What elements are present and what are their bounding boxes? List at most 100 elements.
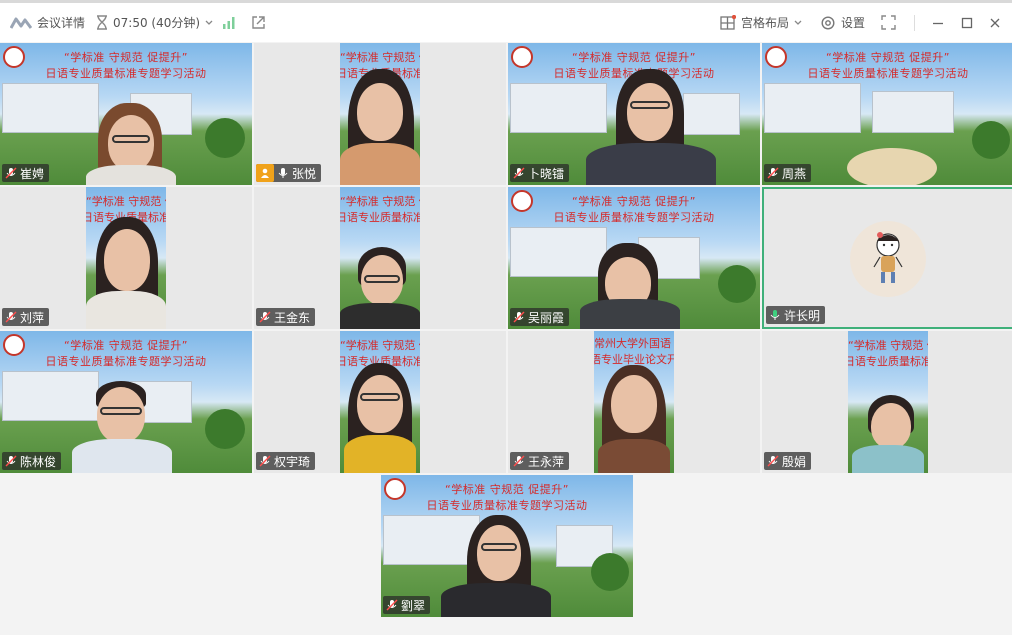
video-tile[interactable]: “学标准 守规范 促提升” 日语专业质量标准专题学习活动 权宇琦 [254, 331, 506, 473]
banner-subtitle: 日语专业质量标准专题学习活动 [426, 499, 588, 512]
cartoon-avatar-icon [873, 232, 903, 283]
share-popout-button[interactable] [251, 3, 266, 42]
host-badge [256, 164, 274, 182]
building-image [510, 83, 607, 133]
signal-strength-button[interactable] [222, 3, 236, 42]
participant-nametag: 王永萍 [510, 452, 570, 470]
participant-nametag: 刘萍 [2, 308, 50, 326]
video-tile[interactable]: “学标准 守规范 促提升” 日语专业质量标准专题学习活动 王金东 [254, 187, 506, 329]
video-tile[interactable]: “学标准 守规范 促提升” 日语专业质量标准专题学习活动 刘萍 [0, 187, 252, 329]
video-tile[interactable]: “学标准 守规范 促提升” 日语专业质量标准专题学习活动 张悦 [254, 43, 506, 185]
video-tile[interactable]: “学标准 守规范 促提升” 日语专业质量标准专题学习活动 劉翠 [381, 475, 633, 617]
meeting-timer[interactable]: 07:50 (40分钟) [96, 3, 213, 42]
minimize-button[interactable] [932, 3, 944, 42]
building-image [2, 83, 99, 133]
participant-name: 张悦 [292, 166, 317, 181]
participant-nametag: 张悦 [256, 164, 322, 182]
mic-muted-icon [259, 455, 271, 467]
video-tile[interactable]: “学标准 守规范 促提升” 日语专业质量标准专题学习活动 殷娟 [762, 331, 1012, 473]
mic-icon [278, 168, 288, 178]
participant-nametag: 周燕 [764, 164, 812, 182]
participant-video: “学标准 守规范 促提升” 日语专业质量标准专题学习活动 [340, 43, 420, 185]
banner-title: “学标准 守规范 促提升” [826, 51, 950, 64]
participant-nametag: 权宇琦 [256, 452, 316, 470]
tree-image [972, 121, 1010, 159]
chevron-down-icon [205, 20, 213, 25]
settings-button[interactable]: 设置 [820, 3, 865, 42]
grid-layout-label: 宫格布局 [741, 16, 790, 30]
meeting-logo-icon [10, 17, 32, 29]
video-tile[interactable]: “学标准 守规范 促提升” 日语专业质量标准专题学习活动 周燕 [762, 43, 1012, 185]
avatar [850, 221, 926, 297]
gear-icon [821, 15, 835, 30]
banner-title: “学标准 守规范 促提升” [64, 339, 188, 352]
close-button[interactable] [989, 3, 1001, 42]
participant-name: 吴丽霞 [528, 310, 565, 325]
video-tile[interactable]: “学标准 守规范 促提升” 日语专业质量标准专题学习活动 崔娉 [0, 43, 252, 185]
fullscreen-icon [881, 15, 896, 30]
settings-label: 设置 [841, 16, 866, 30]
mic-muted-icon [767, 455, 779, 467]
mic-muted-icon [513, 167, 525, 179]
banner-fragment: “学标准 守规范 促提升” [340, 51, 420, 64]
grid-layout-button[interactable]: 宫格布局 [720, 3, 802, 42]
banner-title: “学标准 守规范 促提升” [572, 51, 696, 64]
banner-fragment: “学标准 守规范 促提升” [340, 339, 420, 352]
building-image [683, 93, 740, 135]
building-image [2, 371, 99, 421]
participant-video: “学标准 守规范 促提升” 日语专业质量标准专题学习活动 [340, 187, 420, 329]
mic-muted-icon [5, 167, 17, 179]
participant-name: 劉翠 [401, 598, 426, 613]
banner-fragment: “学标准 守规范 促提升” [340, 195, 420, 208]
banner-subtitle: 日语专业质量标准专题学习活动 [45, 355, 207, 368]
banner-title: “学标准 守规范 促提升” [445, 483, 569, 496]
video-tile-active[interactable]: 许长明 [762, 187, 1012, 329]
close-icon [990, 18, 1000, 27]
meeting-details-button[interactable]: 会议详情 [10, 3, 85, 42]
participant-nametag: 劉翠 [383, 596, 431, 614]
building-image [764, 83, 861, 133]
banner-subtitle: 日语专业质量标准专题学习活动 [807, 67, 969, 80]
mic-muted-icon [513, 311, 525, 323]
chevron-down-icon [794, 20, 802, 25]
meeting-toolbar: 会议详情 07:50 (40分钟) 宫格布局 设置 [0, 0, 1012, 42]
grid-layout-icon [720, 15, 736, 30]
video-grid: “学标准 守规范 促提升” 日语专业质量标准专题学习活动 崔娉 “学标准 守规范… [0, 42, 1012, 635]
maximize-icon [961, 17, 973, 28]
participant-name: 周燕 [782, 166, 807, 181]
building-image [510, 227, 607, 277]
video-tile[interactable]: 常州大学外国语 语专业毕业论文开 王永萍 [508, 331, 760, 473]
toolbar-divider [914, 3, 915, 42]
banner-fragment: 日语专业质量标准专题学习活动 [340, 211, 420, 224]
participant-video: “学标准 守规范 促提升” 日语专业质量标准专题学习活动 [340, 331, 420, 473]
hourglass-icon [97, 15, 107, 30]
fullscreen-button[interactable] [881, 3, 896, 42]
mic-muted-icon [767, 167, 779, 179]
maximize-button[interactable] [961, 3, 973, 42]
banner-subtitle: 日语专业质量标准专题学习活动 [45, 67, 207, 80]
video-tile[interactable]: “学标准 守规范 促提升” 日语专业质量标准专题学习活动 吴丽霞 [508, 187, 760, 329]
signal-bars-icon [223, 17, 235, 29]
video-tile[interactable]: “学标准 守规范 促提升” 日语专业质量标准专题学习活动 陈林俊 [0, 331, 252, 473]
meeting-details-label: 会议详情 [37, 16, 86, 30]
participant-nametag: 王金东 [256, 308, 316, 326]
participant-name: 许长明 [784, 308, 821, 323]
participant-nametag: 陈林俊 [2, 452, 62, 470]
video-tile[interactable]: “学标准 守规范 促提升” 日语专业质量标准专题学习活动 卜晓镭 [508, 43, 760, 185]
participant-video: “学标准 守规范 促提升” 日语专业质量标准专题学习活动 [848, 331, 928, 473]
tree-image [205, 409, 245, 449]
tree-image [205, 118, 245, 158]
path-image [847, 148, 937, 185]
mic-muted-icon [5, 455, 17, 467]
mic-muted-icon [259, 311, 271, 323]
mic-muted-icon [513, 455, 525, 467]
mic-muted-icon [386, 599, 398, 611]
mic-muted-icon [5, 311, 17, 323]
banner-fragment: 日语专业质量标准专题学习活动 [848, 355, 928, 368]
tree-image [718, 265, 756, 303]
timer-text: 07:50 (40分钟) [113, 16, 201, 30]
participant-name: 崔娉 [20, 166, 45, 181]
participant-nametag: 卜晓镭 [510, 164, 570, 182]
participant-nametag: 许长明 [766, 306, 826, 324]
user-icon [261, 168, 269, 178]
